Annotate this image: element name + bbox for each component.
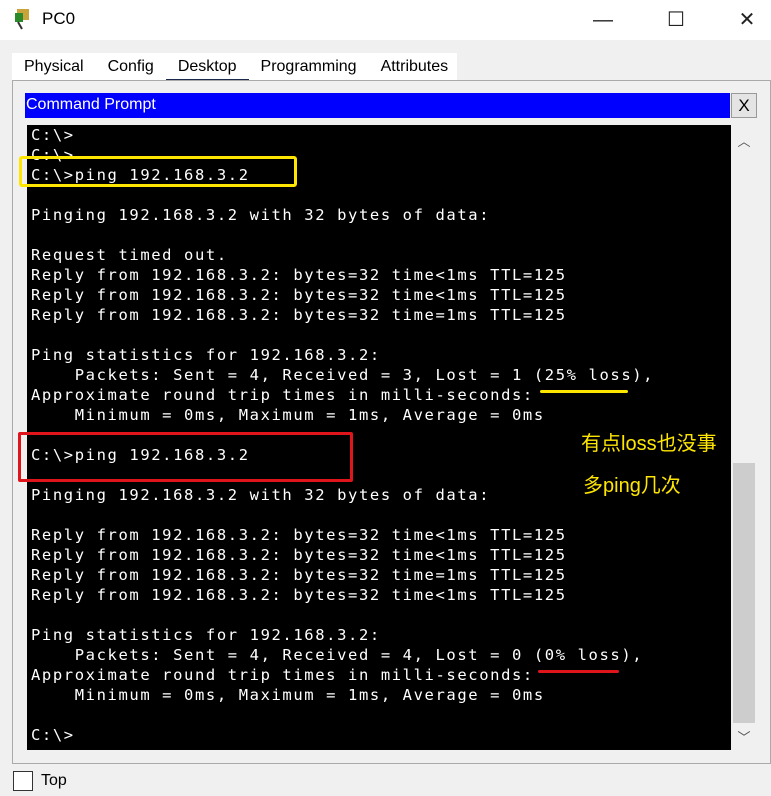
- close-button[interactable]: ✕: [727, 6, 767, 34]
- terminal-line: Reply from 192.168.3.2: bytes=32 time<1m…: [31, 586, 567, 604]
- command-prompt-title: Command Prompt: [25, 93, 730, 118]
- scrollbar[interactable]: ︿ ﹀: [731, 125, 757, 750]
- tab-desktop[interactable]: Desktop: [165, 53, 249, 82]
- terminal-line: Reply from 192.168.3.2: bytes=32 time=1m…: [31, 566, 567, 584]
- annotation-note-1: 有点loss也没事: [581, 433, 717, 455]
- red-underline: [538, 670, 619, 673]
- terminal-line: C:\>: [31, 126, 75, 144]
- terminal-line: Reply from 192.168.3.2: bytes=32 time<1m…: [31, 266, 567, 284]
- terminal-line: Reply from 192.168.3.2: bytes=32 time<1m…: [31, 286, 567, 304]
- red-highlight-box: [18, 432, 353, 482]
- terminal-line: Reply from 192.168.3.2: bytes=32 time<1m…: [31, 526, 567, 544]
- terminal-line: Pinging 192.168.3.2 with 32 bytes of dat…: [31, 206, 491, 224]
- command-prompt-close-button[interactable]: X: [731, 93, 757, 118]
- scroll-down-icon[interactable]: ﹀: [731, 727, 757, 746]
- terminal-line: Minimum = 0ms, Maximum = 1ms, Average = …: [31, 686, 545, 704]
- terminal-line: Request timed out.: [31, 246, 228, 264]
- annotation-note-2: 多ping几次: [583, 475, 681, 497]
- terminal-line: Packets: Sent = 4, Received = 3, Lost = …: [31, 366, 655, 384]
- pc-app-icon: [15, 9, 29, 30]
- terminal-line: Minimum = 0ms, Maximum = 1ms, Average = …: [31, 406, 545, 424]
- window-title: PC0: [42, 9, 76, 28]
- tab-programming[interactable]: Programming: [249, 53, 369, 80]
- terminal-line: Ping statistics for 192.168.3.2:: [31, 346, 381, 364]
- tab-attributes[interactable]: Attributes: [369, 53, 461, 80]
- scroll-thumb[interactable]: [733, 463, 755, 723]
- title-bar: PC0 — ☐ ✕: [0, 0, 771, 40]
- terminal-line: Reply from 192.168.3.2: bytes=32 time<1m…: [31, 546, 567, 564]
- terminal-line: Packets: Sent = 4, Received = 4, Lost = …: [31, 646, 644, 664]
- terminal-line: Ping statistics for 192.168.3.2:: [31, 626, 381, 644]
- top-label: Top: [41, 772, 67, 789]
- scroll-up-icon[interactable]: ︿: [731, 131, 757, 150]
- tab-bar: Physical Config Desktop Programming Attr…: [12, 53, 457, 82]
- top-checkbox[interactable]: [13, 771, 33, 791]
- terminal-line: Reply from 192.168.3.2: bytes=32 time=1m…: [31, 306, 567, 324]
- terminal-line: Approximate round trip times in milli-se…: [31, 666, 534, 684]
- tab-config[interactable]: Config: [96, 53, 166, 80]
- minimize-button[interactable]: —: [583, 6, 623, 34]
- terminal-line: Pinging 192.168.3.2 with 32 bytes of dat…: [31, 486, 491, 504]
- tab-physical[interactable]: Physical: [12, 53, 96, 80]
- yellow-underline: [540, 390, 628, 393]
- yellow-highlight-box: [19, 156, 297, 187]
- maximize-button[interactable]: ☐: [656, 6, 696, 34]
- terminal-line: C:\>: [31, 726, 75, 744]
- terminal-line: Approximate round trip times in milli-se…: [31, 386, 534, 404]
